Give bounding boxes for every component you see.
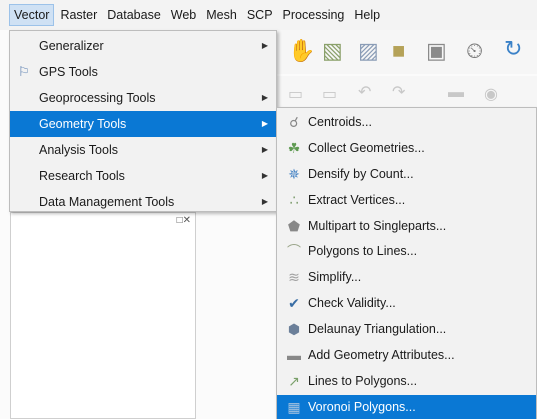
menu-raster[interactable]: Raster: [56, 4, 101, 26]
menu-processing[interactable]: Processing: [279, 4, 349, 26]
redo-icon[interactable]: ↷: [392, 82, 405, 102]
menu-help[interactable]: Help: [350, 4, 384, 26]
gps-icon: ⚐: [18, 64, 30, 79]
menu-item-multipart-to-singleparts[interactable]: ⬟ Multipart to Singleparts...: [277, 214, 536, 240]
menu-item-extract-vertices[interactable]: ∴ Extract Vertices...: [277, 188, 536, 214]
menu-item-analysis-tools[interactable]: Analysis Tools ▶: [10, 137, 276, 163]
menu-item-centroids[interactable]: ☌ Centroids...: [277, 110, 536, 136]
menu-web[interactable]: Web: [167, 4, 200, 26]
menu-item-check-validity[interactable]: ✔ Check Validity...: [277, 291, 536, 317]
panel-float-close-buttons[interactable]: □✕: [177, 215, 191, 226]
menu-item-label: Multipart to Singleparts...: [308, 218, 447, 233]
submenu-arrow-icon: ▶: [261, 93, 268, 102]
undo-icon[interactable]: ↶: [358, 82, 371, 102]
menu-item-densify-by-count[interactable]: ✵ Densify by Count...: [277, 162, 536, 188]
menu-item-label: Extract Vertices...: [308, 192, 406, 207]
submenu-arrow-icon: ▶: [261, 41, 268, 50]
menu-item-label: Geoprocessing Tools: [39, 91, 156, 105]
centroids-icon: ☌: [289, 114, 299, 130]
digitize-icon[interactable]: ◉: [484, 84, 498, 104]
extract-vertices-icon: ∴: [289, 191, 299, 208]
layers-panel: □✕: [10, 212, 196, 419]
menu-item-label: Collect Geometries...: [308, 140, 425, 155]
menu-item-label: Check Validity...: [308, 296, 396, 311]
toolbar-row-1: ✋ ▧ ▨ ■ ▣ ⏲ ↻: [270, 30, 537, 74]
multipart-icon: ⬟: [287, 217, 301, 234]
menu-database[interactable]: Database: [103, 4, 165, 26]
delaunay-icon: ⬢: [287, 321, 301, 338]
menu-item-label: Data Management Tools: [39, 195, 175, 209]
densify-icon: ✵: [288, 165, 300, 182]
menubar: Vector Raster Database Web Mesh SCP Proc…: [0, 0, 537, 30]
menu-item-label: Research Tools: [39, 169, 125, 183]
menu-item-collect-geometries[interactable]: ☘ Collect Geometries...: [277, 136, 536, 162]
menu-item-delaunay-triangulation[interactable]: ⬢ Delaunay Triangulation...: [277, 317, 536, 343]
menu-item-geometry-tools[interactable]: Geometry Tools ▶: [10, 111, 276, 137]
clock-icon[interactable]: ⏲: [466, 38, 483, 64]
lines-to-polygons-icon: ↗: [288, 372, 300, 389]
menu-item-data-management-tools[interactable]: Data Management Tools ▶: [10, 189, 276, 215]
menu-item-gps-tools[interactable]: ⚐ GPS Tools: [10, 59, 276, 85]
menu-item-label: Generalizer: [39, 39, 104, 53]
vertex-icon[interactable]: ▬: [448, 84, 464, 102]
menu-item-label: Delaunay Triangulation...: [308, 322, 447, 337]
menu-item-voronoi-polygons[interactable]: ▦ Voronoi Polygons...: [277, 394, 536, 419]
map-tips-icon[interactable]: ▣: [426, 38, 447, 64]
edit-icon[interactable]: ▭: [288, 84, 303, 104]
menu-item-research-tools[interactable]: Research Tools ▶: [10, 163, 276, 189]
menu-item-label: Simplify...: [308, 270, 362, 285]
submenu-arrow-icon: ▶: [261, 197, 268, 206]
save-edits-icon[interactable]: ▭: [322, 84, 337, 104]
simplify-icon: ≋: [288, 269, 300, 286]
menu-mesh[interactable]: Mesh: [202, 4, 241, 26]
menu-item-label: Geometry Tools: [39, 117, 127, 131]
bookmark-icon[interactable]: ■: [392, 38, 405, 64]
menu-item-simplify[interactable]: ≋ Simplify...: [277, 265, 536, 291]
refresh-icon[interactable]: ↻: [504, 36, 522, 62]
submenu-arrow-icon: ▶: [261, 145, 268, 154]
geometry-tools-submenu: ☌ Centroids... ☘ Collect Geometries... ✵…: [276, 107, 537, 419]
menu-item-label: GPS Tools: [39, 65, 98, 79]
menu-scp[interactable]: SCP: [243, 4, 277, 26]
check-icon: ✔: [288, 295, 300, 312]
menu-item-generalizer[interactable]: Generalizer ▶: [10, 33, 276, 59]
menu-item-label: Densify by Count...: [308, 166, 414, 181]
vector-menu: Generalizer ▶ ⚐ GPS Tools Geoprocessing …: [9, 30, 277, 212]
menu-item-add-geometry-attributes[interactable]: ▬ Add Geometry Attributes...: [277, 343, 536, 369]
pan-icon[interactable]: ✋: [288, 38, 315, 64]
submenu-arrow-icon: ▶: [261, 171, 268, 180]
menu-item-polygons-to-lines[interactable]: ⌒ Polygons to Lines...: [277, 239, 536, 265]
menu-vector[interactable]: Vector: [9, 4, 55, 26]
menu-item-label: Lines to Polygons...: [308, 373, 418, 388]
menu-item-lines-to-polygons[interactable]: ↗ Lines to Polygons...: [277, 369, 536, 395]
menu-item-label: Centroids...: [308, 115, 372, 129]
polygons-to-lines-icon: ⌒: [287, 243, 301, 260]
collect-geometries-icon: ☘: [287, 139, 301, 156]
menu-item-label: Add Geometry Attributes...: [308, 348, 455, 363]
layer-add-icon[interactable]: ▧: [322, 38, 343, 64]
menu-item-label: Analysis Tools: [39, 143, 118, 157]
voronoi-icon: ▦: [287, 398, 301, 415]
layer-edit-icon[interactable]: ▨: [358, 38, 379, 64]
menu-item-label: Voronoi Polygons...: [308, 399, 416, 414]
submenu-arrow-icon: ▶: [261, 119, 268, 128]
menu-item-geoprocessing-tools[interactable]: Geoprocessing Tools ▶: [10, 85, 276, 111]
geometry-attributes-icon: ▬: [287, 347, 301, 364]
menu-item-label: Polygons to Lines...: [308, 244, 418, 259]
